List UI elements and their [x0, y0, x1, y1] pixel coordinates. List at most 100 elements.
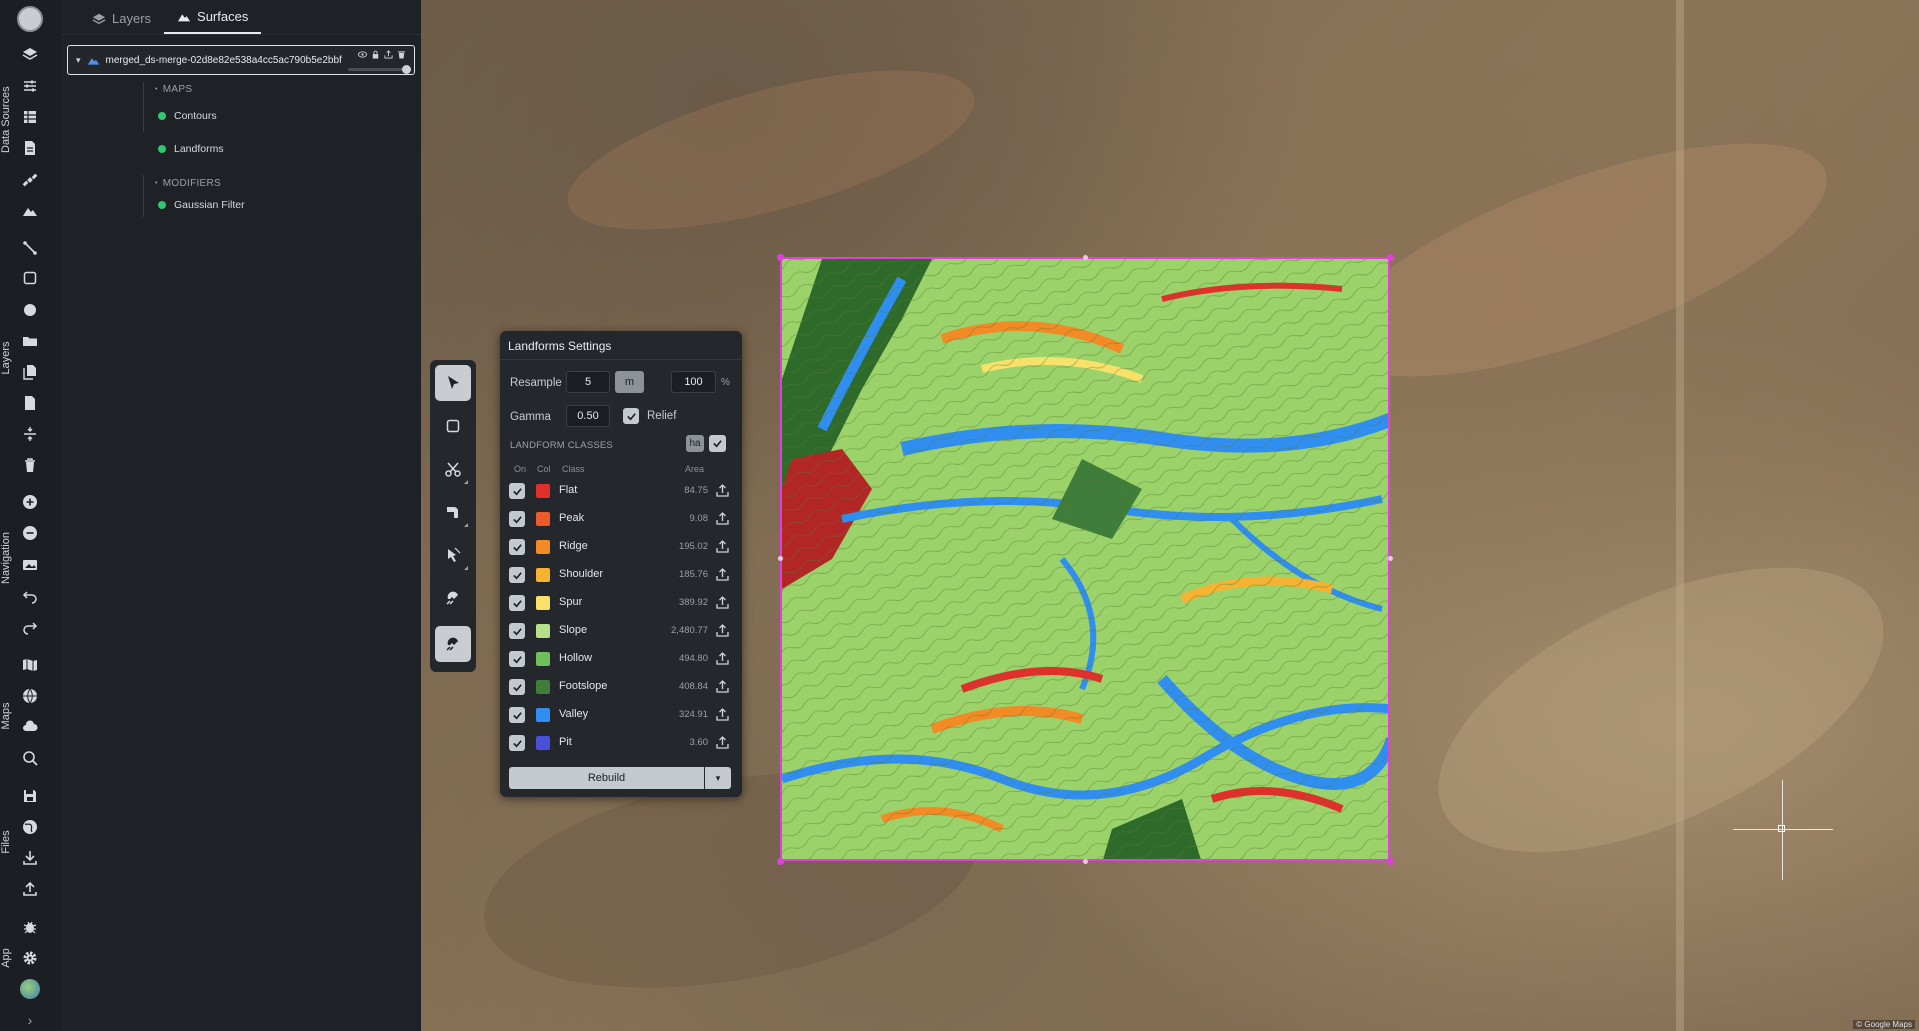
app-logo-icon[interactable]	[17, 6, 43, 32]
class-export-icon[interactable]	[715, 707, 730, 722]
class-color-swatch[interactable]	[536, 596, 550, 610]
resample-value-input[interactable]: 5	[566, 371, 610, 393]
map-item-contours[interactable]: Contours	[158, 110, 217, 122]
split-icon[interactable]	[20, 424, 40, 444]
class-export-icon[interactable]	[715, 735, 730, 750]
class-export-icon[interactable]	[715, 483, 730, 498]
resample-percent-input[interactable]: 100	[671, 371, 716, 393]
class-color-swatch[interactable]	[536, 540, 550, 554]
select-arrow-tool[interactable]	[435, 365, 471, 401]
delete-trash-icon[interactable]	[397, 50, 406, 59]
tab-surfaces[interactable]: Surfaces	[164, 9, 262, 34]
web-globe-icon[interactable]	[20, 817, 40, 837]
file-icon[interactable]	[20, 393, 40, 413]
opacity-slider[interactable]	[348, 65, 411, 74]
overlay-corner-handle[interactable]	[1387, 254, 1394, 261]
opacity-slider-handle[interactable]	[402, 65, 411, 74]
line-tool-icon[interactable]	[20, 238, 40, 258]
undo-icon[interactable]	[20, 586, 40, 606]
relief-checkbox[interactable]	[623, 408, 639, 424]
path-tool[interactable]	[435, 494, 471, 530]
trash-icon[interactable]	[20, 455, 40, 475]
user-avatar[interactable]	[20, 979, 40, 999]
magnet-tool[interactable]	[435, 580, 471, 616]
class-export-icon[interactable]	[715, 679, 730, 694]
brush-tool[interactable]	[435, 537, 471, 573]
class-color-swatch[interactable]	[536, 512, 550, 526]
copy-icon[interactable]	[20, 362, 40, 382]
class-export-icon[interactable]	[715, 651, 730, 666]
class-color-swatch[interactable]	[536, 624, 550, 638]
bug-icon[interactable]	[20, 917, 40, 937]
scissors-tool[interactable]	[435, 451, 471, 487]
zoom-out-icon[interactable]	[20, 523, 40, 543]
rectangle-tool[interactable]	[435, 408, 471, 444]
class-on-checkbox[interactable]	[509, 483, 525, 499]
class-color-swatch[interactable]	[536, 484, 550, 498]
circle-icon[interactable]	[20, 300, 40, 320]
class-on-checkbox[interactable]	[509, 735, 525, 751]
class-on-checkbox[interactable]	[509, 679, 525, 695]
expand-rail-chevron-icon[interactable]: ›	[20, 1010, 40, 1030]
document-icon[interactable]	[20, 138, 40, 158]
class-color-swatch[interactable]	[536, 736, 550, 750]
upload-icon[interactable]	[20, 879, 40, 899]
area-unit-toggle[interactable]: ha	[686, 435, 704, 452]
class-on-checkbox[interactable]	[509, 623, 525, 639]
rebuild-button[interactable]: Rebuild	[509, 767, 704, 789]
class-color-swatch[interactable]	[536, 652, 550, 666]
square-icon[interactable]	[20, 268, 40, 288]
class-on-checkbox[interactable]	[509, 707, 525, 723]
class-export-icon[interactable]	[715, 567, 730, 582]
lock-icon[interactable]	[371, 50, 380, 59]
overlay-edge-handle[interactable]	[1388, 556, 1393, 561]
sliders-icon[interactable]	[20, 76, 40, 96]
cloud-icon[interactable]	[20, 717, 40, 737]
resample-unit-toggle[interactable]: m	[615, 371, 644, 393]
toggle-all-classes-checkbox[interactable]	[709, 435, 726, 452]
expand-chevron-icon[interactable]: ▾	[76, 55, 81, 66]
satellite-icon[interactable]	[20, 170, 40, 190]
overlay-corner-handle[interactable]	[777, 858, 784, 865]
overlay-edge-handle[interactable]	[1083, 255, 1088, 260]
class-on-checkbox[interactable]	[509, 595, 525, 611]
layers-stack-icon[interactable]	[20, 44, 40, 64]
overlay-edge-handle[interactable]	[1083, 859, 1088, 864]
gamma-value-input[interactable]: 0.50	[566, 405, 610, 427]
search-icon[interactable]	[20, 748, 40, 768]
folder-icon[interactable]	[20, 331, 40, 351]
map-item-landforms[interactable]: Landforms	[158, 143, 224, 155]
class-on-checkbox[interactable]	[509, 511, 525, 527]
class-color-swatch[interactable]	[536, 568, 550, 582]
surface-item[interactable]: ▾ merged_ds-merge-02d8e82e538a4cc5ac790b…	[67, 45, 415, 75]
class-export-icon[interactable]	[715, 511, 730, 526]
table-icon[interactable]	[20, 107, 40, 127]
modifier-item-gaussian-filter[interactable]: Gaussian Filter	[158, 199, 245, 211]
class-export-icon[interactable]	[715, 623, 730, 638]
download-icon[interactable]	[20, 848, 40, 868]
book-map-icon[interactable]	[20, 655, 40, 675]
class-on-checkbox[interactable]	[509, 651, 525, 667]
tab-layers[interactable]: Layers	[79, 11, 164, 34]
image-icon[interactable]	[20, 555, 40, 575]
export-icon[interactable]	[384, 50, 393, 59]
class-color-swatch[interactable]	[536, 680, 550, 694]
mountain-icon[interactable]	[20, 201, 40, 221]
globe-icon[interactable]	[20, 686, 40, 706]
redo-icon[interactable]	[20, 617, 40, 637]
rebuild-dropdown-button[interactable]: ▾	[705, 767, 731, 789]
overlay-edge-handle[interactable]	[778, 556, 783, 561]
overlay-corner-handle[interactable]	[777, 254, 784, 261]
class-color-swatch[interactable]	[536, 708, 550, 722]
magnet-snap-tool[interactable]	[435, 626, 471, 662]
gear-icon[interactable]	[20, 948, 40, 968]
zoom-in-icon[interactable]	[20, 492, 40, 512]
visibility-eye-icon[interactable]	[358, 50, 367, 59]
class-on-checkbox[interactable]	[509, 539, 525, 555]
modifiers-section-header[interactable]: • MODIFIERS	[155, 178, 221, 189]
landforms-surface-overlay[interactable]	[780, 257, 1390, 861]
class-export-icon[interactable]	[715, 595, 730, 610]
save-icon[interactable]	[20, 786, 40, 806]
class-on-checkbox[interactable]	[509, 567, 525, 583]
class-export-icon[interactable]	[715, 539, 730, 554]
